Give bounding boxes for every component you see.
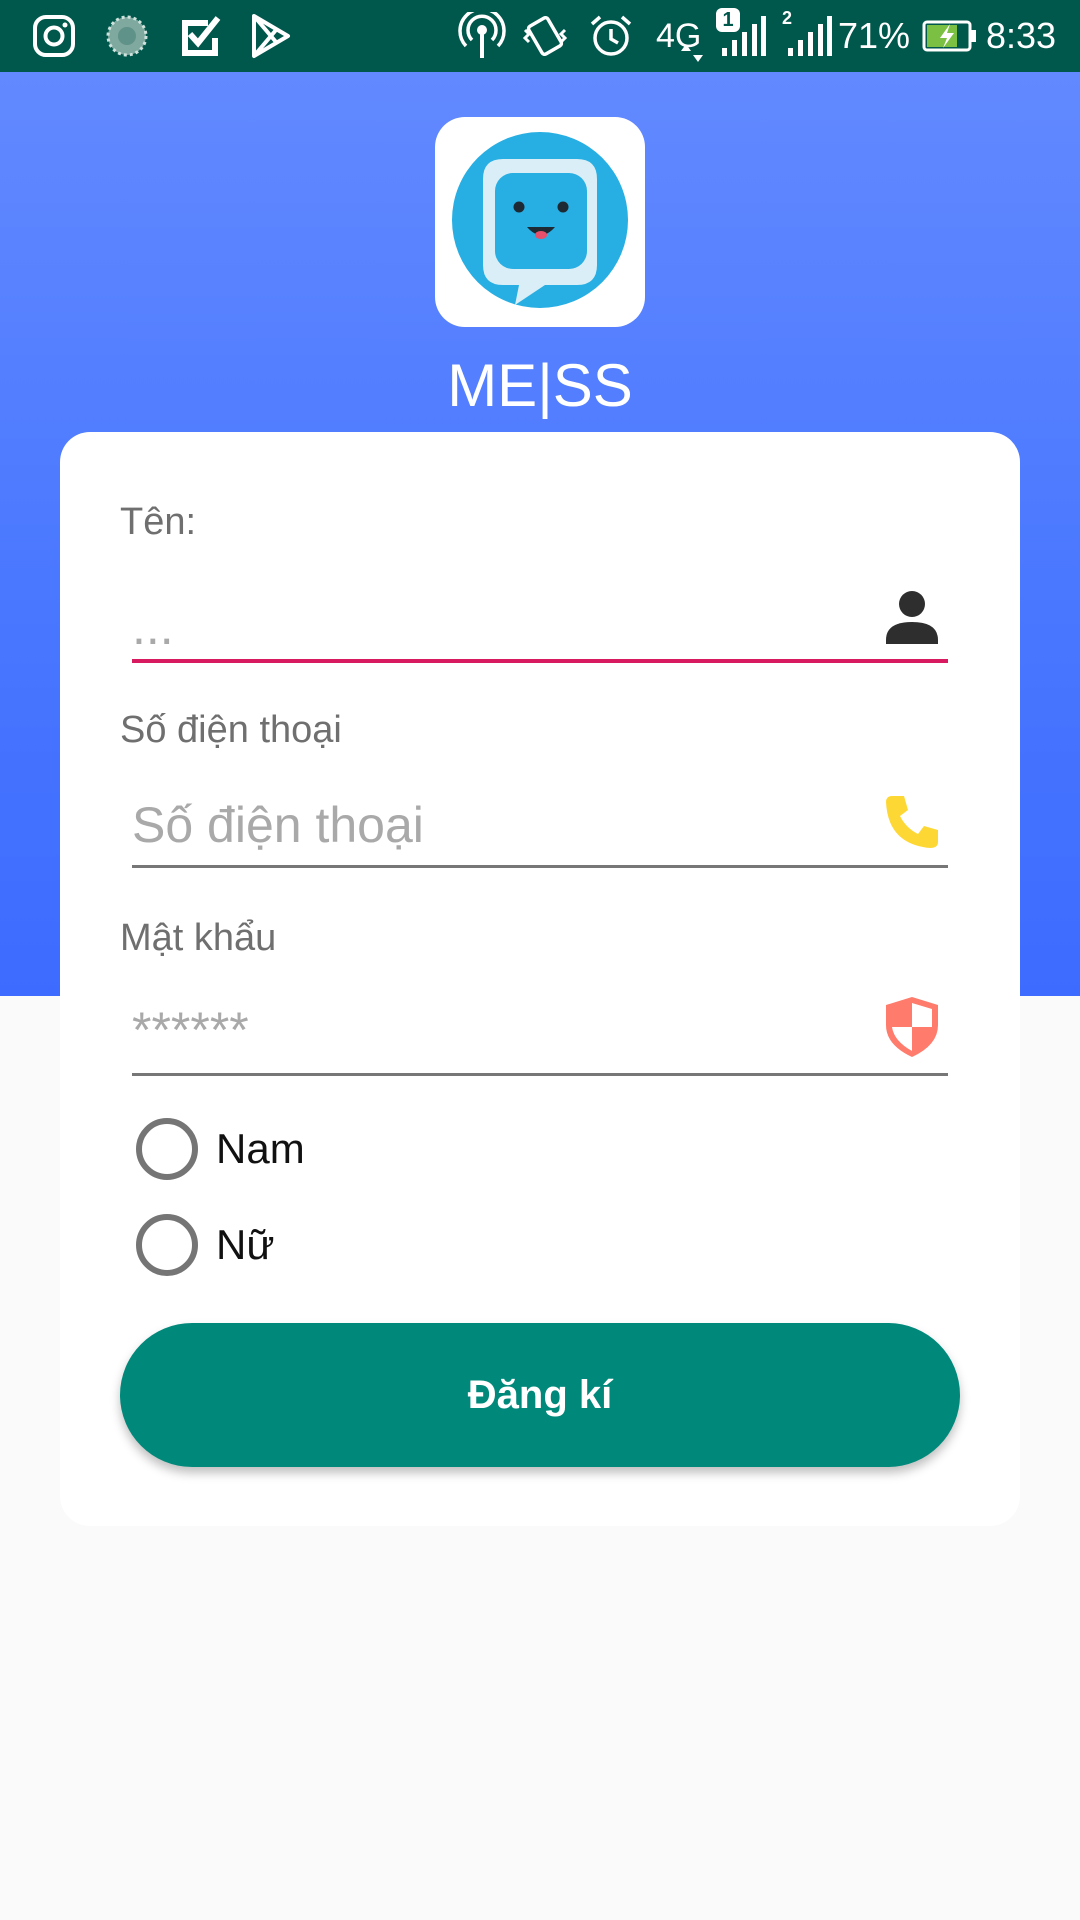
alarm-icon [590,15,632,56]
register-button[interactable]: Đăng kí [120,1323,960,1467]
gender-label-female[interactable]: Nữ [216,1214,274,1276]
app-logo [435,117,645,327]
battery-percent: 71% [838,15,911,56]
vibrate-icon [522,15,568,57]
name-field-underline [132,659,948,663]
data-arrows-icon [681,44,703,62]
play-store-icon [252,14,290,58]
loading-icon [106,15,148,57]
password-field-underline [132,1073,948,1076]
status-bar: 4G 1 2 71% 8:33 [0,0,1080,72]
person-icon [886,591,938,644]
phone-input[interactable] [132,790,872,860]
hotspot-icon [458,12,506,58]
app-name: ME|SS [447,352,633,419]
phone-field-label: Số điện thoại [120,709,342,751]
name-input[interactable] [132,592,872,662]
battery-charging-icon [922,20,976,52]
password-field-label: Mật khẩu [120,917,277,959]
instagram-icon [33,15,75,57]
clock-time: 8:33 [986,15,1057,56]
gender-radio-female[interactable] [136,1214,198,1276]
checkbox-app-icon [182,16,221,56]
signal-sim2-icon [788,16,832,56]
signal-sim1-icon [722,16,766,56]
name-field-label: Tên: [120,501,197,543]
chat-bubble-face-icon [452,132,628,308]
phone-field-underline [132,865,948,868]
password-input[interactable] [132,995,872,1065]
gender-radio-male[interactable] [136,1118,198,1180]
shield-icon [886,997,938,1057]
gender-label-male[interactable]: Nam [216,1118,305,1180]
phone-icon [886,796,938,848]
